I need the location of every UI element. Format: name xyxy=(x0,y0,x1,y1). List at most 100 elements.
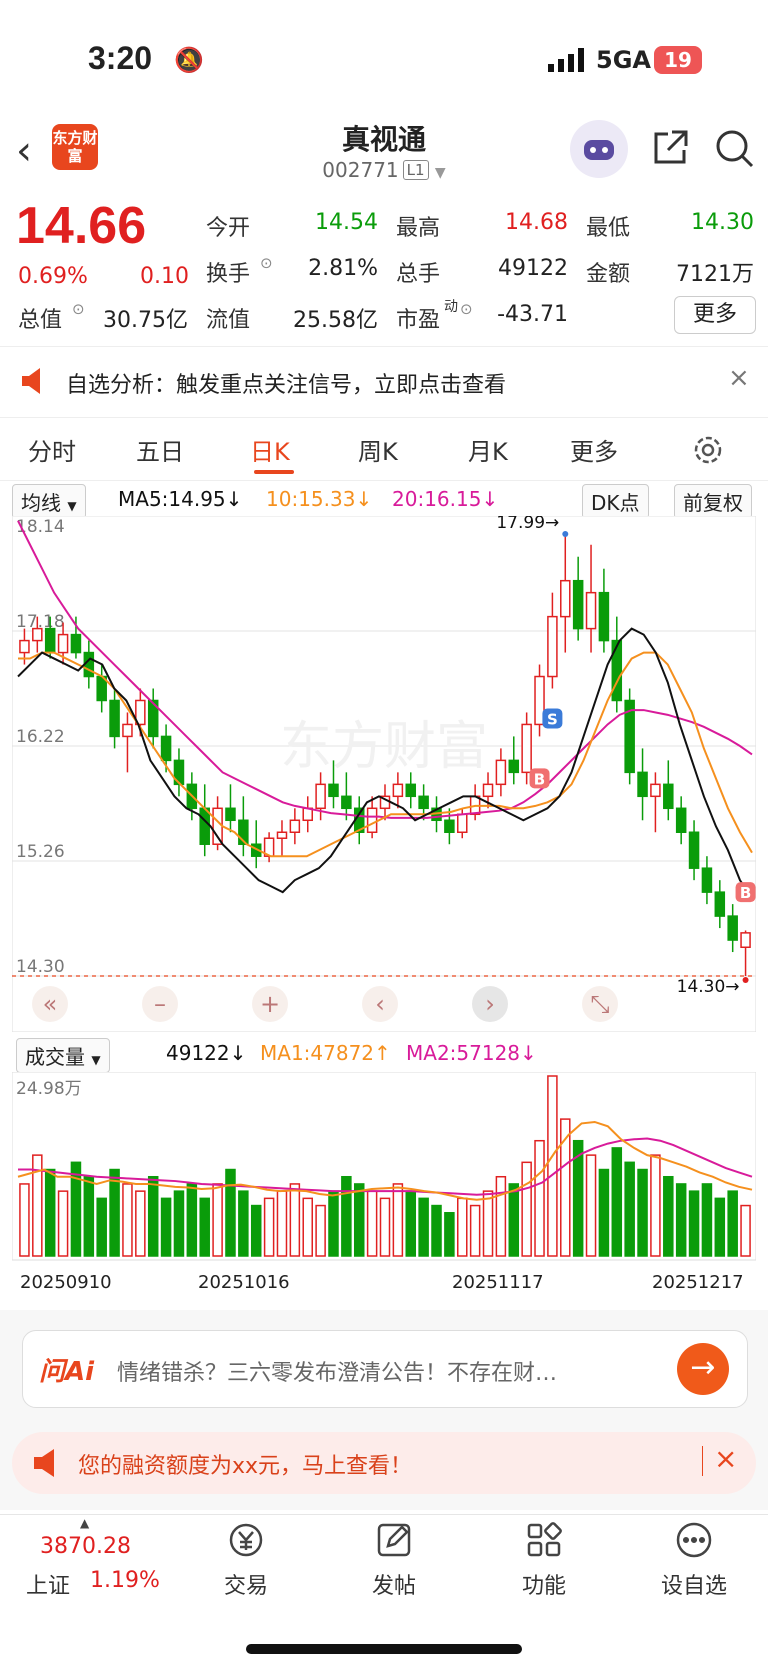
volume-bar xyxy=(147,1175,159,1257)
mcap-value: 30.75亿 xyxy=(103,308,188,333)
float-value: 25.58亿 xyxy=(293,308,378,333)
candle-body xyxy=(83,651,95,678)
fq-button[interactable]: 前复权 xyxy=(674,484,752,519)
tab-month-k[interactable]: 月K xyxy=(468,432,508,467)
kline-chart[interactable]: 18.1417.1816.2215.2614.30东方财富17.99→14.30… xyxy=(12,516,756,1032)
tab-function[interactable]: 功能 xyxy=(494,1568,594,1600)
edit-icon[interactable] xyxy=(344,1520,444,1568)
candle-body xyxy=(663,783,674,810)
vol-value: 49122↓ xyxy=(166,1041,247,1065)
x-label: 20251117 xyxy=(452,1272,544,1293)
volume-bar xyxy=(199,1197,210,1257)
zoom-in-icon[interactable]: + xyxy=(252,986,288,1022)
tab-fenshi[interactable]: 分时 xyxy=(28,432,76,467)
high-marker xyxy=(562,530,569,537)
tab-week-k[interactable]: 周K xyxy=(358,432,398,467)
vol-select[interactable]: 成交量 ▼ xyxy=(16,1038,110,1073)
high-annotation: 17.99→ xyxy=(496,516,559,533)
ai-search-box[interactable]: 问Ai 情绪错杀？三六零发布澄清公告！不存在财… → xyxy=(22,1330,748,1408)
candle-body xyxy=(366,807,378,833)
turnover-value: 2.81% xyxy=(308,256,378,281)
volume-bar xyxy=(688,1190,700,1257)
assistant-avatar[interactable] xyxy=(570,120,628,178)
candle-body xyxy=(109,699,120,738)
volume-bar xyxy=(96,1197,107,1257)
candle-body xyxy=(521,723,532,774)
watermark-logo: 东方财富 xyxy=(280,717,488,777)
sell-badge-text: S xyxy=(547,710,558,728)
step-back-icon[interactable]: ‹ xyxy=(362,986,398,1022)
volume-bar xyxy=(263,1197,275,1257)
volume-bar xyxy=(418,1197,429,1257)
volume-chart[interactable]: 24.98万 xyxy=(12,1072,756,1266)
close-icon[interactable]: × xyxy=(728,363,750,393)
index-name[interactable]: 上证 xyxy=(26,1568,70,1600)
step-forward-icon[interactable]: › xyxy=(472,986,508,1022)
mcap-label: 总值 xyxy=(18,308,63,333)
volume-bar xyxy=(637,1168,648,1257)
info-icon[interactable]: ⊙ xyxy=(260,254,273,272)
dk-button[interactable]: DK点 xyxy=(582,484,649,519)
tab-watchlist[interactable]: 设自选 xyxy=(644,1568,744,1600)
candle-body xyxy=(122,723,133,738)
gear-icon[interactable] xyxy=(692,434,724,470)
candle-body xyxy=(482,783,494,798)
close-icon[interactable]: × xyxy=(714,1442,737,1475)
volume-bar xyxy=(405,1190,417,1257)
x-label: 20251016 xyxy=(198,1272,290,1293)
margin-ad[interactable]: 您的融资额度为xx元，马上查看！ × xyxy=(12,1432,756,1494)
tab-trade[interactable]: 交易 xyxy=(196,1568,296,1600)
signal-banner[interactable]: 自选分析：触发重点关注信号，立即点击查看 × xyxy=(0,346,768,418)
volume-bar xyxy=(353,1183,365,1257)
megaphone-icon xyxy=(20,367,50,399)
volume-bar xyxy=(611,1147,623,1257)
volume-bar xyxy=(315,1204,326,1257)
volume-bar xyxy=(341,1175,352,1257)
fast-backward-icon[interactable]: « xyxy=(32,986,68,1022)
volume-bar xyxy=(469,1204,481,1257)
buy-badge: B xyxy=(735,882,756,903)
ma-select[interactable]: 均线 ▼ xyxy=(12,484,86,519)
share-icon[interactable] xyxy=(650,128,690,172)
index-value[interactable]: 3870.28 xyxy=(40,1534,131,1559)
candle-body xyxy=(675,807,687,833)
open-value: 14.54 xyxy=(315,210,378,235)
more-button[interactable]: 更多 xyxy=(674,296,756,334)
fullscreen-icon[interactable]: ⤡ xyxy=(582,986,618,1022)
ai-text: 情绪错杀？三六零发布澄清公告！不存在财… xyxy=(117,1361,558,1386)
candle-body xyxy=(418,795,429,810)
buy-badge-text: B xyxy=(740,884,751,902)
candle-body xyxy=(585,591,597,630)
volume-bar xyxy=(276,1190,288,1257)
tab-wuri[interactable]: 五日 xyxy=(136,432,184,467)
low-label: 最低 xyxy=(586,216,631,241)
chevron-down-icon: ▼ xyxy=(67,499,77,513)
volume-bar xyxy=(160,1197,172,1257)
candle-body xyxy=(688,831,700,869)
tab-post[interactable]: 发帖 xyxy=(344,1568,444,1600)
battery-icon: 19 xyxy=(654,46,702,74)
volume-bar xyxy=(740,1204,751,1257)
volume-bar xyxy=(366,1190,378,1257)
volume-bar xyxy=(392,1183,404,1257)
ma20-value: 20:16.15↓ xyxy=(392,487,499,511)
search-icon[interactable] xyxy=(714,128,756,174)
pe-sup: 动 xyxy=(444,299,458,315)
fq-label: 前复权 xyxy=(683,491,743,515)
info-icon[interactable]: ⊙ xyxy=(72,300,85,318)
grid-icon[interactable] xyxy=(494,1520,594,1568)
tab-day-k[interactable]: 日K xyxy=(250,432,290,467)
arrow-right-icon[interactable]: → xyxy=(677,1343,729,1395)
volume-value: 49122 xyxy=(498,256,568,281)
tab-more[interactable]: 更多 xyxy=(570,432,618,467)
more-dots-icon[interactable] xyxy=(644,1520,744,1568)
volume-bar xyxy=(444,1212,455,1257)
low-value: 14.30 xyxy=(691,210,754,235)
candle-body xyxy=(637,771,648,798)
zoom-out-icon[interactable]: – xyxy=(142,986,178,1022)
trade-icon[interactable] xyxy=(196,1520,296,1568)
index-pct[interactable]: 1.19% xyxy=(90,1568,160,1593)
step-back-icon-glyph: ‹ xyxy=(375,990,385,1018)
amount-label: 金额 xyxy=(586,262,631,287)
tab-indicator xyxy=(254,470,294,474)
